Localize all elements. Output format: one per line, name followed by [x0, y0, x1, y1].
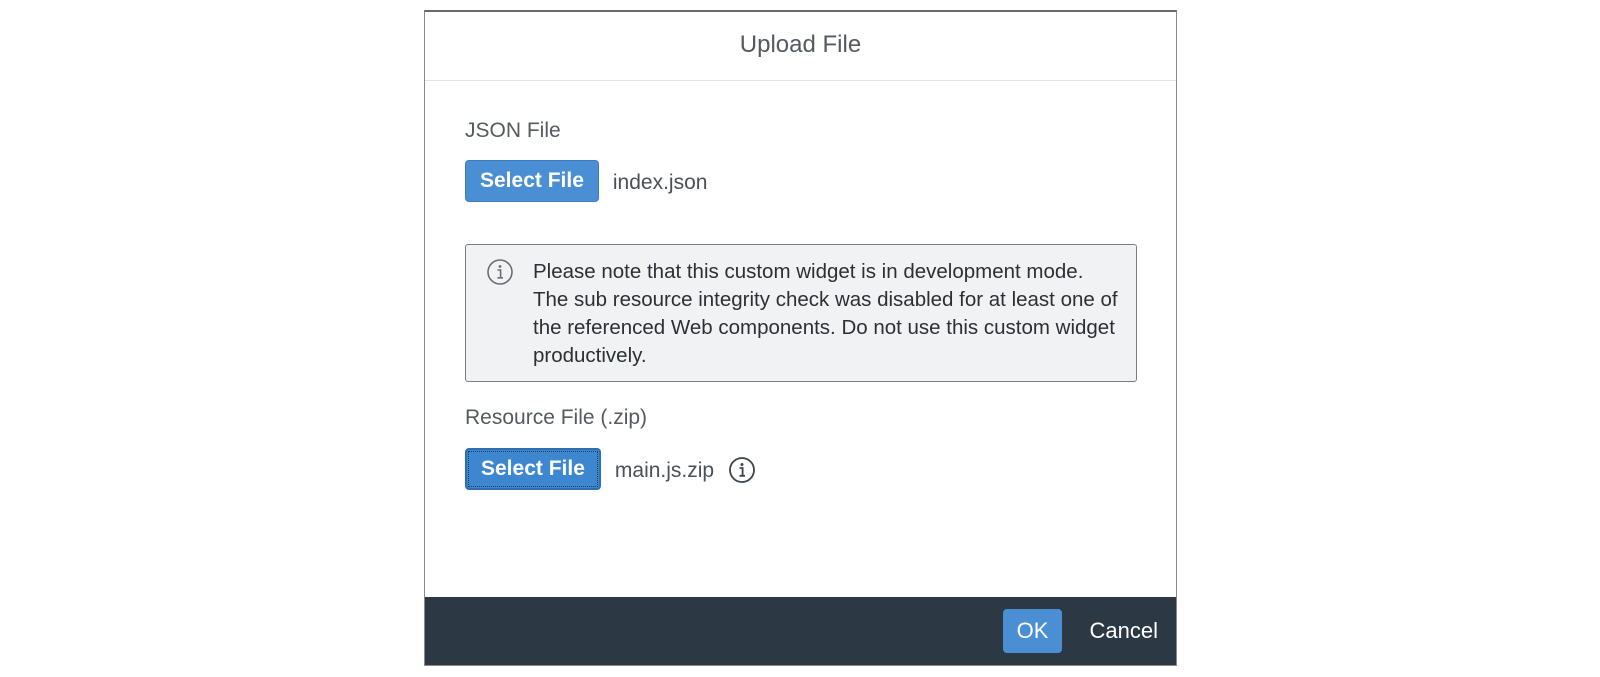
dialog-footer: OK Cancel [425, 597, 1176, 665]
upload-file-dialog: Upload File JSON File Select File index.… [424, 10, 1177, 666]
json-file-label: JSON File [465, 119, 561, 142]
development-mode-message: Please note that this custom widget is i… [465, 244, 1137, 382]
dialog-title: Upload File [739, 31, 862, 58]
message-text: Please note that this custom widget is i… [533, 260, 1118, 367]
json-file-row: Select File index.json [465, 160, 707, 202]
ok-button[interactable]: OK [1003, 609, 1062, 653]
select-resource-file-button[interactable]: Select File [465, 448, 601, 490]
resource-file-name: main.js.zip [614, 459, 715, 482]
resource-info-icon[interactable] [728, 456, 756, 484]
resource-file-row: Select File main.js.zip [465, 448, 756, 490]
json-file-name: index.json [612, 171, 708, 194]
resource-file-label: Resource File (.zip) [465, 406, 648, 429]
information-icon [487, 259, 513, 285]
dialog-header: Upload File [425, 12, 1176, 81]
cancel-button[interactable]: Cancel [1090, 609, 1158, 653]
select-json-file-button[interactable]: Select File [465, 160, 599, 202]
